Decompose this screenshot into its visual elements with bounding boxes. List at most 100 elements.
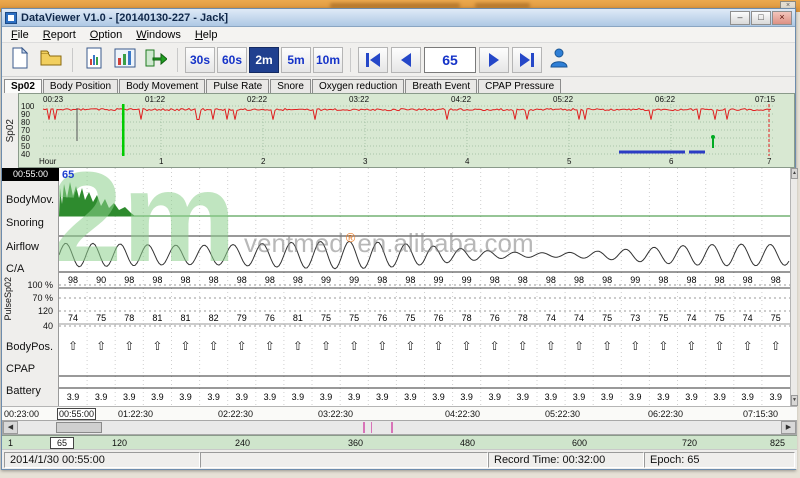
spo2-value-row: 9890989898989898989999989899999898989898… [59,275,790,285]
open-file-button[interactable] [37,46,65,74]
value: 75 [593,313,621,323]
bodypos-arrow-icon: ⇧ [706,339,734,354]
value: 76 [424,313,452,323]
bodypos-arrow-icon: ⇧ [171,339,199,354]
report-page-icon [85,47,103,72]
pulse-scale-tick: 120 [38,306,53,316]
scroll-left-icon[interactable]: ◀ [3,421,18,434]
value: 98 [734,275,762,285]
value: 3.9 [706,392,734,402]
value: 3.9 [396,392,424,402]
value: 3.9 [59,392,87,402]
value: 99 [340,275,368,285]
epoch-scale: 165120240360480600720825 [2,435,797,449]
tab-pulse-rate[interactable]: Pulse Rate [206,79,269,93]
value: 3.9 [87,392,115,402]
scroll-down-icon[interactable]: ▼ [791,395,798,406]
title-bar[interactable]: DataViewer V1.0 - [20140130-227 - Jack] … [2,9,795,27]
menu-item-report[interactable]: Report [36,28,83,42]
main-plot [59,168,790,406]
overview-time-label: 02:22 [247,95,267,104]
arrow-left-icon [401,53,411,67]
timeline-scrollbar[interactable]: ◀ ▶ [2,420,797,435]
timeline-label: 01:22:30 [118,409,153,419]
vertical-scrollbar[interactable]: ▲ ▼ [790,168,797,406]
value: 3.9 [340,392,368,402]
time-scale-button-60s[interactable]: 60s [217,47,247,73]
value: 76 [481,313,509,323]
value: 98 [396,275,424,285]
epoch-scale-number: 120 [112,438,127,448]
tab-oxygen-reduction[interactable]: Oxygen reduction [312,79,404,93]
bodypos-arrow-icon: ⇧ [312,339,340,354]
time-scale-button-30s[interactable]: 30s [185,47,215,73]
bodypos-arrow-icon: ⇧ [593,339,621,354]
new-record-button[interactable] [6,46,34,74]
value: 98 [228,275,256,285]
main-chart[interactable]: 2m ventmed®en.alibaba.com 65 98909898989… [59,168,790,406]
close-button[interactable]: × [772,11,792,25]
next-epoch-button[interactable] [479,47,509,73]
menu-item-file[interactable]: File [4,28,36,42]
menu-item-windows[interactable]: Windows [129,28,188,42]
value: 3.9 [649,392,677,402]
value: 3.9 [762,392,790,402]
bodypos-arrow-icon: ⇧ [340,339,368,354]
event-marker [371,422,372,433]
scroll-right-icon[interactable]: ▶ [781,421,796,434]
tab-body-movement[interactable]: Body Movement [119,79,205,93]
epoch-number-input[interactable] [424,47,476,73]
bodypos-arrow-icon: ⇧ [621,339,649,354]
chart-button[interactable] [111,46,139,74]
timeline-label: 07:15:30 [743,409,778,419]
value: 75 [649,313,677,323]
value: 76 [368,313,396,323]
value: 81 [143,313,171,323]
tab-sp02[interactable]: Sp02 [4,79,42,93]
epoch-number-label: 65 [62,169,74,181]
value: 99 [424,275,452,285]
scroll-up-icon[interactable]: ▲ [791,168,798,179]
patient-button[interactable] [545,46,573,74]
bodypos-arrow-icon: ⇧ [453,339,481,354]
menu-bar: FileReportOptionWindowsHelp [2,27,795,43]
report-button[interactable] [80,46,108,74]
previous-epoch-button[interactable] [391,47,421,73]
scrollbar-slider[interactable] [56,422,102,433]
menu-item-option[interactable]: Option [83,28,129,42]
bodypos-arrow-icon: ⇧ [649,339,677,354]
value: 74 [59,313,87,323]
bodypos-arrow-icon: ⇧ [677,339,705,354]
timeline-labels: 00:23:0000:55:0001:22:3002:22:3003:22:30… [2,406,797,420]
first-epoch-button[interactable] [358,47,388,73]
time-scale-button-2m[interactable]: 2m [249,47,279,73]
export-button[interactable] [142,46,170,74]
last-icon [531,53,534,67]
menu-item-help[interactable]: Help [188,28,225,42]
tab-breath-event[interactable]: Breath Event [405,79,477,93]
person-icon [549,47,569,72]
value: 3.9 [200,392,228,402]
overview-time-label: 05:22 [553,95,573,104]
time-scale-button-10m[interactable]: 10m [313,47,343,73]
tab-snore[interactable]: Snore [270,79,311,93]
epoch-scale-number: 360 [348,438,363,448]
time-scale-button-5m[interactable]: 5m [281,47,311,73]
maximize-button[interactable]: □ [751,11,771,25]
battery-value-row: 3.93.93.93.93.93.93.93.93.93.93.93.93.93… [59,392,790,402]
value: 3.9 [677,392,705,402]
export-arrow-icon [145,48,167,71]
value: 99 [453,275,481,285]
value: 3.9 [424,392,452,402]
value: 98 [565,275,593,285]
last-epoch-button[interactable] [512,47,542,73]
timeline-label: 02:22:30 [218,409,253,419]
overview-chart[interactable]: 00:2301:2202:2203:2204:2205:2206:2207:15… [18,93,795,168]
minimize-button[interactable]: – [730,11,750,25]
bodypos-arrow-icon: ⇧ [284,339,312,354]
epoch-scale-number: 240 [235,438,250,448]
tab-body-position[interactable]: Body Position [43,79,118,93]
pulse-axis-title: PulseSp02 [2,268,14,330]
tab-cpap-pressure[interactable]: CPAP Pressure [478,79,561,93]
row-label-battery: Battery [6,385,41,397]
